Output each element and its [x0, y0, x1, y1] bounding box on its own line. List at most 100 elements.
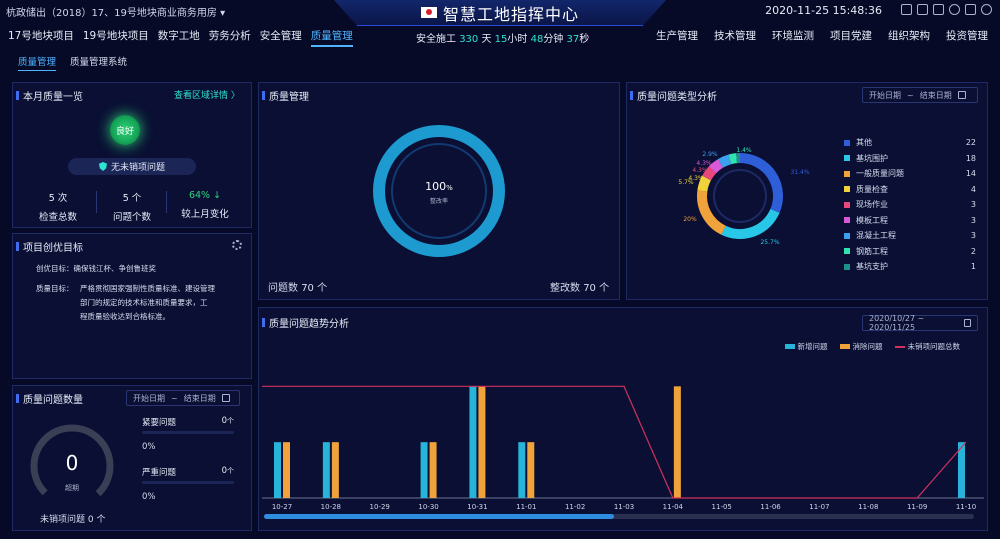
legend-item: 混凝土工程 3	[844, 230, 976, 241]
bar-removed[interactable]	[429, 442, 437, 498]
nav-item[interactable]: 环境监测	[772, 28, 814, 43]
trend-chart: 10-27 10-28 10-29 10-30 10-31 11-01 11-02 11-03…	[262, 385, 984, 511]
x-tick-label: 11-10	[956, 503, 976, 511]
legend-swatch	[844, 139, 850, 146]
legend-label: 质量检查	[856, 184, 888, 194]
legend-value: 2	[970, 246, 976, 256]
nav-item[interactable]: 项目党建	[830, 28, 872, 43]
bar-added[interactable]	[274, 442, 281, 498]
end-date: 结束日期	[183, 393, 216, 403]
legend-label: 钢筋工程	[856, 246, 888, 256]
nav-item[interactable]: 19号地块项目	[83, 28, 149, 47]
donut-slice[interactable]	[708, 159, 724, 174]
legend-label: 现场作业	[856, 200, 888, 209]
title-banner: 智慧工地指挥中心	[334, 0, 666, 26]
safety-counter: 安全施工 330 天 15小时 48分钟 37秒	[416, 30, 589, 45]
donut-slice[interactable]	[728, 153, 738, 165]
legend-swatch	[844, 263, 850, 270]
bar-removed[interactable]	[673, 386, 681, 498]
unsold-label: 未销项问题	[40, 515, 86, 525]
donut-slice[interactable]	[717, 154, 732, 168]
legend-swatch	[844, 201, 850, 208]
project-selector[interactable]: 杭政储出（2018）17、19号地块商业商务用房 ▾	[6, 4, 225, 19]
type-donut: 1.4%2.9%4.3%4.3%4.3%5.7%20%31.4%25.7%	[678, 147, 809, 246]
urgent-row: 紧要问题 0个	[142, 416, 234, 428]
donut-slice[interactable]	[739, 153, 783, 213]
nav-item[interactable]: 投资管理	[946, 28, 988, 43]
nav-item[interactable]: 17号地块项目	[8, 28, 74, 47]
nav-item[interactable]: 生产管理	[656, 28, 698, 43]
start-date: 开始日期	[869, 90, 901, 100]
goals-title-text: 项目创优目标	[23, 243, 83, 254]
monitor-icon[interactable]	[901, 4, 912, 15]
problem-count-date-range[interactable]: 开始日期 ~ 结束日期	[126, 390, 240, 406]
subtab-quality-system[interactable]: 质量管理系统	[70, 54, 127, 71]
safety-seconds-unit: 秒	[579, 34, 590, 45]
legend-item: 现场作业 3	[844, 199, 976, 210]
stat-value: 64% ↓	[188, 190, 222, 201]
flag-icon	[420, 7, 437, 18]
bar-added[interactable]	[420, 442, 428, 498]
datetime: 2020-11-25 15:48:36	[765, 4, 882, 17]
nav-item[interactable]: 组织架构	[888, 28, 930, 43]
donut-inner-ring	[713, 169, 767, 223]
nav-item[interactable]: 质量管理	[310, 28, 353, 47]
serious-row: 严重问题 0个	[142, 466, 234, 478]
stat-label: 较上月变化	[181, 209, 229, 220]
monthly-title: 本月质量一览	[16, 88, 83, 103]
user-icon[interactable]	[949, 4, 960, 15]
monthly-title-text: 本月质量一览	[23, 92, 83, 103]
nav-item[interactable]: 数字工地	[158, 28, 200, 47]
types-title: 质量问题类型分析	[630, 88, 717, 103]
page-title: 智慧工地指挥中心	[442, 4, 579, 24]
stat-issues: 5 个 问题个数	[102, 190, 162, 223]
stat-change: 64% ↓ 较上月变化	[170, 190, 240, 220]
bar-added[interactable]	[469, 386, 477, 498]
legend-item: 其他 22	[844, 137, 976, 148]
rectify-rate-ring: 100% 整改率	[373, 125, 505, 257]
goal-quality-label: 质量目标：	[36, 284, 74, 293]
donut-slice[interactable]	[721, 208, 780, 239]
region-detail-link[interactable]: 查看区域详情 〉	[174, 88, 240, 101]
legend-swatch	[844, 217, 850, 223]
nav-item[interactable]: 劳务分析	[209, 28, 251, 47]
x-tick-label: 11-04	[663, 503, 684, 511]
trend-title-text: 质量问题趋势分析	[269, 319, 349, 330]
qm-title: 质量管理	[262, 88, 309, 103]
gear-icon[interactable]	[232, 240, 242, 250]
goal-target: 创优目标：确保钱江杯、争创鲁班奖	[36, 262, 156, 276]
legend-open-total: 未销项问题总数	[894, 341, 960, 352]
bar-added[interactable]	[322, 442, 330, 498]
x-tick-label: 11-02	[565, 503, 585, 511]
serious-pct: 0%	[142, 492, 156, 502]
bar-removed[interactable]	[527, 442, 535, 498]
nav-item[interactable]: 安全管理	[260, 28, 302, 47]
donut-slice[interactable]	[697, 190, 726, 235]
grid-icon[interactable]	[917, 4, 928, 15]
subtab-quality[interactable]: 质量管理	[18, 54, 57, 71]
legend-label: 基坑围护	[856, 153, 888, 163]
stat-value: 5 次	[48, 193, 68, 204]
nav-item[interactable]: 技术管理	[714, 28, 756, 43]
settings-icon[interactable]	[981, 4, 992, 15]
trend-date-range[interactable]: 2020/10/27 ~ 2020/11/25	[862, 314, 978, 332]
goal-target-label: 创优目标：	[36, 264, 74, 273]
end-date: 结束日期	[919, 90, 952, 100]
types-date-range[interactable]: 开始日期 ~ 结束日期	[862, 87, 978, 103]
donut-callout: 20%	[683, 216, 697, 223]
bar-added[interactable]	[518, 442, 526, 498]
fix-count: 整改数 70 个	[550, 283, 610, 294]
legend-item: 基坑支护 1	[844, 261, 976, 272]
trend-title: 质量问题趋势分析	[262, 315, 349, 330]
legend-label: 混凝土工程	[856, 231, 896, 240]
goal-quality-text: 严格贯彻国家强制性质量标准、建设管理 部门的规定的技术标准和质量要求，工 程质量…	[80, 282, 215, 324]
safety-seconds: 37	[566, 34, 580, 45]
scroll-thumb[interactable]	[264, 514, 614, 519]
bar-removed[interactable]	[331, 442, 339, 498]
lock-icon[interactable]	[965, 4, 976, 15]
message-icon[interactable]	[933, 4, 944, 15]
bar-removed[interactable]	[283, 442, 290, 498]
rate-value: 100%	[425, 180, 453, 193]
bar-removed[interactable]	[478, 386, 486, 498]
chart-scrollbar[interactable]	[264, 514, 974, 519]
